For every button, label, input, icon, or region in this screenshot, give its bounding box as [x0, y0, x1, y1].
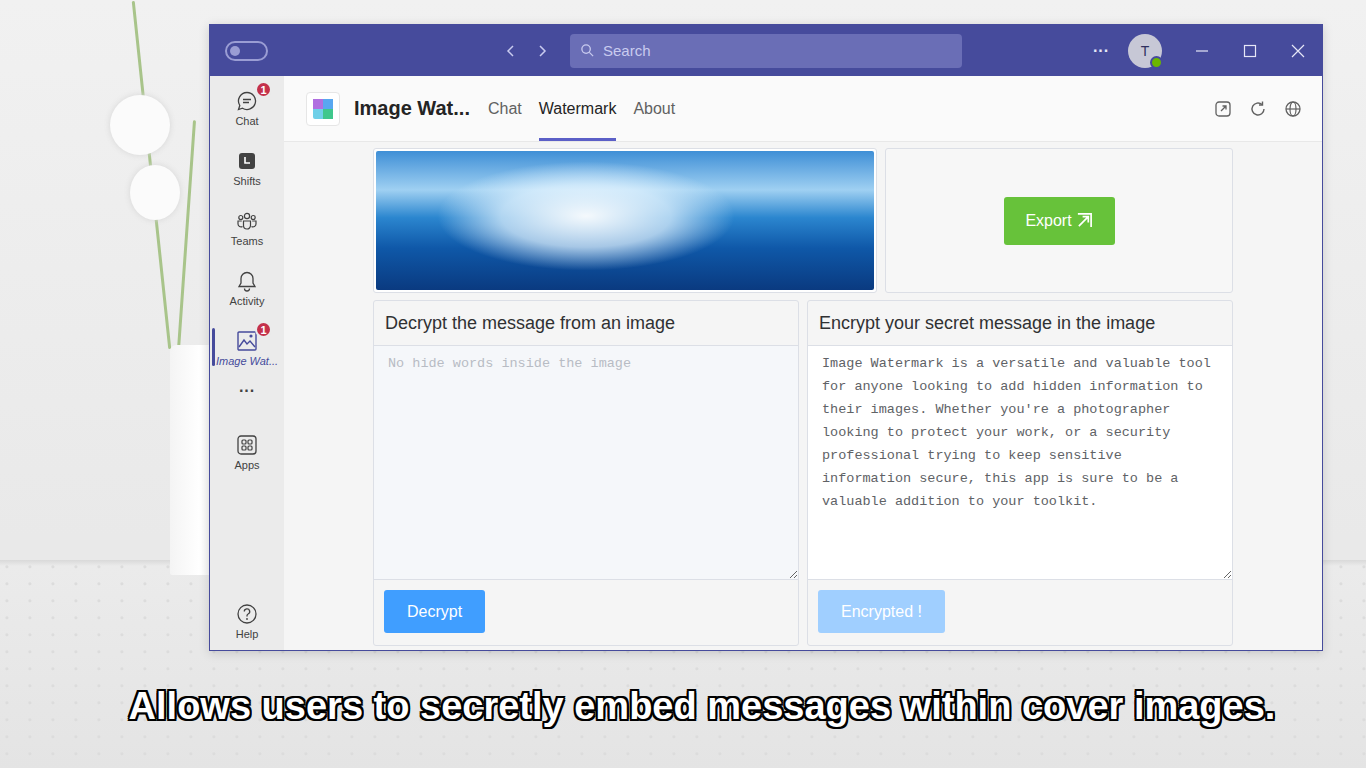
- close-button[interactable]: [1274, 25, 1322, 76]
- export-button[interactable]: Export: [1004, 197, 1115, 245]
- flower: [110, 95, 170, 155]
- export-arrow-icon: [1076, 212, 1093, 229]
- rail-item[interactable]: Shifts: [210, 138, 284, 198]
- rail-item[interactable]: Activity: [210, 258, 284, 318]
- desktop: Search ··· T 1 Chat Shifts Teams Activity 1 Image…: [0, 0, 1366, 768]
- refresh-icon[interactable]: [1249, 100, 1267, 118]
- toggle-switch[interactable]: [225, 41, 268, 61]
- tab[interactable]: About: [633, 76, 675, 141]
- search-placeholder: Search: [603, 42, 651, 59]
- image-watermark-icon: [236, 330, 258, 352]
- teams-window: Search ··· T 1 Chat Shifts Teams Activity 1 Image…: [209, 24, 1323, 651]
- rail-label: Apps: [234, 459, 259, 471]
- tab-bar: Chat Watermark About: [488, 76, 675, 141]
- export-label: Export: [1025, 212, 1071, 230]
- popout-icon[interactable]: [1214, 100, 1232, 118]
- user-avatar[interactable]: T: [1128, 34, 1162, 68]
- back-arrow-icon[interactable]: [503, 43, 519, 59]
- maximize-icon: [1243, 44, 1257, 58]
- caption: Allows users to secretly embed messages …: [0, 685, 1366, 768]
- app-title: Image Wat...: [354, 97, 470, 120]
- rail-label: Activity: [230, 295, 265, 307]
- rail-label: Help: [236, 628, 259, 640]
- app-content: Image Wat... Chat Watermark About Export Decr…: [284, 76, 1322, 650]
- help-item[interactable]: Help: [210, 591, 284, 650]
- more-button[interactable]: ···: [1086, 42, 1116, 60]
- panel-title: Decrypt the message from an image: [374, 301, 798, 345]
- rail-label: Shifts: [233, 175, 261, 187]
- title-bar: Search ··· T: [210, 25, 1322, 76]
- export-card: Export: [885, 148, 1233, 293]
- more-apps-button[interactable]: ···: [210, 378, 284, 422]
- decrypt-textarea[interactable]: [374, 345, 798, 580]
- search-icon: [580, 43, 595, 58]
- tab[interactable]: Watermark: [539, 76, 617, 141]
- flower: [130, 165, 180, 220]
- forward-arrow-icon[interactable]: [534, 43, 550, 59]
- chat-icon: [236, 90, 258, 112]
- presence-dot: [1150, 56, 1163, 69]
- search-box[interactable]: Search: [570, 34, 962, 68]
- cover-image-card[interactable]: [373, 148, 877, 293]
- rail-label: Image Wat...: [216, 355, 278, 367]
- notification-badge: 1: [255, 321, 272, 338]
- watermark-page: ExportDecrypt the message from an imageD…: [284, 142, 1322, 650]
- app-header: Image Wat... Chat Watermark About: [284, 76, 1322, 142]
- encrypted-button[interactable]: Encrypted !: [818, 590, 945, 633]
- decrypt-panel: Decrypt the message from an image Decrypt: [373, 300, 799, 646]
- rail-label: Chat: [235, 115, 258, 127]
- apps-grid-icon: [236, 434, 258, 456]
- panel-title: Encrypt your secret message in the image: [808, 301, 1232, 345]
- teams-icon: [236, 210, 258, 232]
- minimize-button[interactable]: [1178, 25, 1226, 76]
- notification-badge: 1: [255, 81, 272, 98]
- rail-item[interactable]: 1 Image Wat...: [210, 318, 284, 378]
- app-logo-icon: [306, 92, 340, 126]
- rail-label: Teams: [231, 235, 263, 247]
- cover-image: [376, 151, 874, 290]
- rail-item[interactable]: Apps: [210, 422, 284, 482]
- selected-indicator: [212, 328, 215, 366]
- minimize-icon: [1195, 44, 1209, 58]
- help-icon: [236, 603, 258, 625]
- avatar-initial: T: [1141, 43, 1150, 59]
- rail-item[interactable]: Teams: [210, 198, 284, 258]
- encrypt-textarea[interactable]: [808, 345, 1232, 580]
- encrypt-panel: Encrypt your secret message in the image…: [807, 300, 1233, 646]
- rail-item[interactable]: 1 Chat: [210, 78, 284, 138]
- maximize-button[interactable]: [1226, 25, 1274, 76]
- decrypt-button[interactable]: Decrypt: [384, 590, 485, 633]
- wave-splash: [436, 161, 736, 271]
- flower-stem: [177, 120, 196, 350]
- app-rail: 1 Chat Shifts Teams Activity 1 Image Wat... ···…: [210, 76, 284, 650]
- bell-icon: [236, 270, 258, 292]
- globe-icon[interactable]: [1284, 100, 1302, 118]
- close-icon: [1291, 44, 1305, 58]
- shifts-icon: [236, 150, 258, 172]
- tab[interactable]: Chat: [488, 76, 522, 141]
